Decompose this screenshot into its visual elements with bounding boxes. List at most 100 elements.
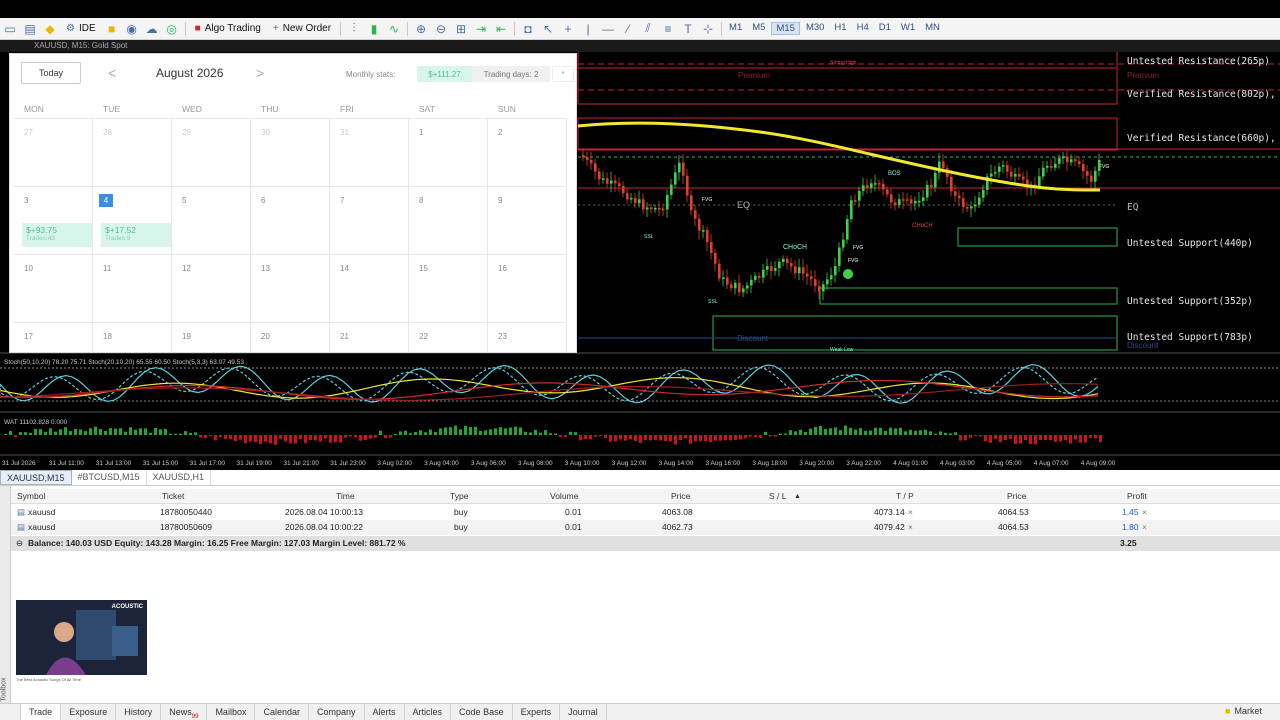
profiles-icon[interactable]: ▤ (20, 20, 40, 38)
tab-code-base[interactable]: Code Base (451, 704, 513, 720)
col-price[interactable]: Price (671, 489, 690, 504)
ide-button[interactable]: ⚙ IDE (60, 20, 102, 38)
table-row[interactable]: ▤ xauusd 18780050609 2026.08.04 10:00:22… (0, 520, 1280, 535)
settings-button[interactable]: * (552, 66, 574, 82)
calendar-day[interactable]: 29 (172, 118, 251, 186)
col-sl[interactable]: S / L (769, 489, 786, 504)
col-ticket[interactable]: Ticket (162, 489, 184, 504)
calendar-day[interactable]: 7 (330, 186, 409, 254)
col-profit[interactable]: Profit (1127, 489, 1147, 504)
remove-tp-icon[interactable]: × (908, 505, 913, 520)
screenshot-icon[interactable]: ◘ (518, 20, 538, 38)
next-month-button[interactable]: > (256, 65, 264, 81)
timeframe-w1[interactable]: W1 (897, 22, 919, 35)
col-time[interactable]: Time (336, 489, 355, 504)
calendar-day[interactable]: 9 (488, 186, 567, 254)
horizontal-line-icon[interactable]: — (598, 20, 618, 38)
calendar-day[interactable]: 18 (93, 322, 172, 352)
signals-icon[interactable]: ◉ (122, 20, 142, 38)
close-position-icon[interactable]: × (1142, 505, 1147, 520)
tab-exposure[interactable]: Exposure (61, 704, 117, 720)
tab-mailbox[interactable]: Mailbox (207, 704, 256, 720)
calendar-day[interactable]: 17 (14, 322, 93, 352)
prev-month-button[interactable]: < (108, 65, 116, 81)
chart-tab[interactable]: #BTCUSD,M15 (72, 470, 147, 485)
calendar-day[interactable]: 21 (330, 322, 409, 352)
cursor-icon[interactable]: ↖ (538, 20, 558, 38)
col-volume[interactable]: Volume (550, 489, 578, 504)
metaeditor-icon[interactable]: ◆ (40, 20, 60, 38)
calendar-day[interactable]: 3 $+93.75 Trades:43 (14, 186, 93, 254)
calendar-day[interactable]: 20 (251, 322, 330, 352)
vertical-line-icon[interactable]: | (578, 20, 598, 38)
col-symbol[interactable]: Symbol (17, 489, 45, 504)
timeframe-d1[interactable]: D1 (875, 22, 895, 35)
timeframe-h1[interactable]: H1 (830, 22, 850, 35)
line-chart-icon[interactable]: ∿ (384, 20, 404, 38)
calendar-day[interactable]: 6 (251, 186, 330, 254)
calendar-day[interactable]: 16 (488, 254, 567, 322)
calendar-day[interactable]: 2 (488, 118, 567, 186)
crosshair-icon[interactable]: + (558, 20, 578, 38)
col-current-price[interactable]: Price (1007, 489, 1026, 504)
new-order-button[interactable]: + New Order (267, 20, 337, 38)
chart-shift-icon[interactable]: ⇤ (491, 20, 511, 38)
calendar-day[interactable]: 13 (251, 254, 330, 322)
chart-tab[interactable]: XAUUSD,M15 (0, 470, 72, 485)
expand-icon[interactable]: ⊖ (16, 536, 23, 551)
text-icon[interactable]: T (678, 20, 698, 38)
zoom-out-icon[interactable]: ⊖ (431, 20, 451, 38)
candlestick-icon[interactable]: ▮ (364, 20, 384, 38)
trendline-icon[interactable]: ⁄ (618, 20, 638, 38)
remove-tp-icon[interactable]: × (908, 520, 913, 535)
calendar-day[interactable]: 11 (93, 254, 172, 322)
shapes-icon[interactable]: ⊹ (698, 20, 718, 38)
tab-company[interactable]: Company (309, 704, 365, 720)
calendar-day[interactable]: 5 (172, 186, 251, 254)
today-button[interactable]: Today (21, 62, 81, 84)
calendar-day[interactable]: 27 (14, 118, 93, 186)
calendar-day[interactable]: 15 (409, 254, 488, 322)
close-position-icon[interactable]: × (1142, 520, 1147, 535)
new-chart-icon[interactable]: ▭ (0, 20, 20, 38)
strategy-tester-icon[interactable]: ◎ (162, 20, 182, 38)
table-row[interactable]: ▤ xauusd 18780050440 2026.08.04 10:00:13… (0, 505, 1280, 520)
tab-history[interactable]: History (116, 704, 162, 720)
channel-icon[interactable]: ⫽ (638, 20, 658, 38)
calendar-day[interactable]: 1 (409, 118, 488, 186)
toolbox-handle[interactable]: Toolbox (0, 486, 11, 720)
calendar-day[interactable]: 14 (330, 254, 409, 322)
timeframe-m5[interactable]: M5 (748, 22, 769, 35)
col-type[interactable]: Type (450, 489, 468, 504)
timeframe-m15[interactable]: M15 (771, 22, 800, 35)
timeframe-m30[interactable]: M30 (802, 22, 828, 35)
calendar-day[interactable]: 19 (172, 322, 251, 352)
calendar-day[interactable]: 28 (93, 118, 172, 186)
calendar-day[interactable]: 12 (172, 254, 251, 322)
vps-icon[interactable]: ☁ (142, 20, 162, 38)
timeframe-m1[interactable]: M1 (725, 22, 746, 35)
tab-calendar[interactable]: Calendar (255, 704, 309, 720)
fibonacci-icon[interactable]: ≡ (658, 20, 678, 38)
calendar-day[interactable]: 4 $+17.52 Trades:9 (93, 186, 172, 254)
col-tp[interactable]: T / P (896, 489, 914, 504)
calendar-day[interactable]: 22 (409, 322, 488, 352)
market-button[interactable]: ■ Market (1225, 706, 1262, 716)
tab-trade[interactable]: Trade (20, 704, 62, 720)
chart-tab[interactable]: XAUUSD,H1 (147, 470, 212, 485)
video-thumbnail[interactable]: ACOUSTIC (16, 600, 147, 675)
timeframe-h4[interactable]: H4 (853, 22, 873, 35)
calendar-day[interactable]: 23 (488, 322, 567, 352)
calendar-day[interactable]: 30 (251, 118, 330, 186)
tab-journal[interactable]: Journal (560, 704, 607, 720)
tile-windows-icon[interactable]: ⊞ (451, 20, 471, 38)
tab-experts[interactable]: Experts (513, 704, 561, 720)
shopping-icon[interactable]: ■ (102, 20, 122, 38)
tab-news[interactable]: News99 (161, 704, 208, 720)
timeframe-mn[interactable]: MN (921, 22, 944, 35)
calendar-day[interactable]: 31 (330, 118, 409, 186)
calendar-day[interactable]: 10 (14, 254, 93, 322)
zoom-in-icon[interactable]: ⊕ (411, 20, 431, 38)
autoscroll-icon[interactable]: ⇥ (471, 20, 491, 38)
tab-articles[interactable]: Articles (405, 704, 452, 720)
